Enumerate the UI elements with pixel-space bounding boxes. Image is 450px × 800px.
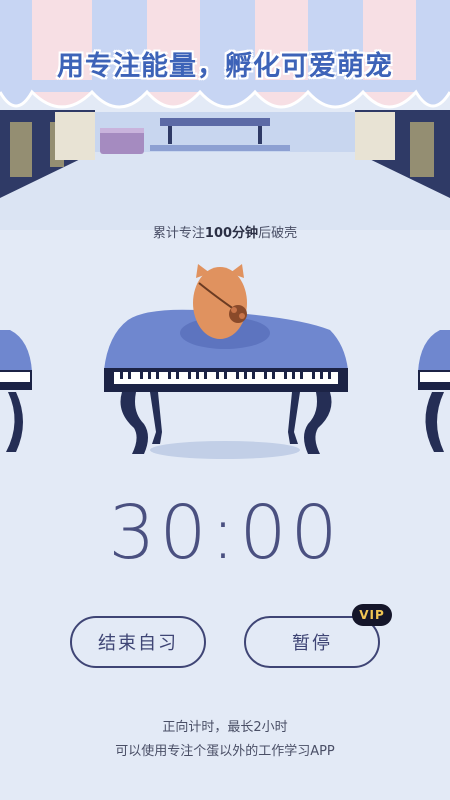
hint-prefix: 累计专注 [152,226,205,241]
pet-egg [193,264,247,339]
countdown-timer: 30:00 [108,490,342,576]
end-study-button[interactable]: 结束自习 [70,616,206,668]
timer-mode-note: 正向计时，最长2小时 [162,720,288,735]
vip-badge: VIP [352,604,392,626]
hint-highlight: 100分钟 [204,226,259,241]
hint-suffix: 后破壳 [258,226,298,241]
banner-title: 用专注能量，孵化可爱萌宠 [57,51,393,82]
app-usage-note: 可以使用专注个蛋以外的工作学习APP [115,744,335,759]
room-illustration [0,0,450,530]
hatch-progress-hint: 累计专注100分钟后破壳 [0,222,450,241]
